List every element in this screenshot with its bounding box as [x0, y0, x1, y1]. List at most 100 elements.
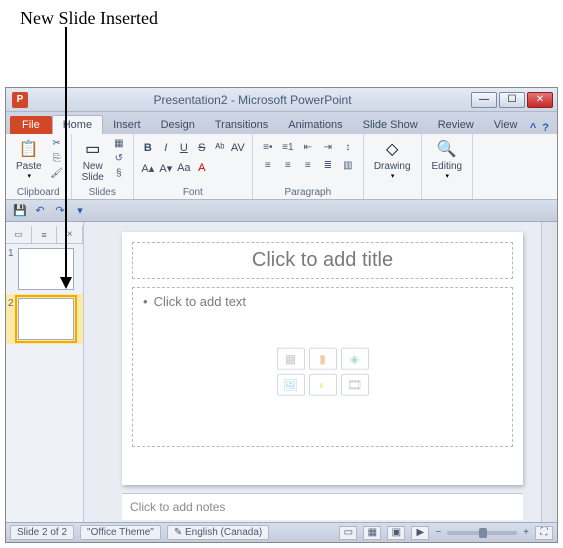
- group-label-font: Font: [140, 186, 246, 199]
- maximize-button[interactable]: ☐: [499, 92, 525, 108]
- layout-button[interactable]: ▦: [111, 136, 127, 150]
- group-font: B I U S ᴬᵇ AV A▴ A▾ Aa A Font: [134, 134, 253, 199]
- spacing-button[interactable]: AV: [230, 140, 246, 156]
- group-label-editing: [428, 197, 467, 199]
- justify-button[interactable]: ≣: [319, 158, 337, 172]
- group-slides: ▭ New Slide ▦ ↺ § Slides: [72, 134, 134, 199]
- numbering-button[interactable]: ≡1: [279, 140, 297, 154]
- insert-table-icon[interactable]: ▦: [277, 348, 305, 370]
- ribbon: 📋 Paste ▾ ✂ ⎘ 🖌 Clipboard ▭ New Slide: [6, 134, 557, 200]
- clear-format-button[interactable]: Aa: [176, 160, 192, 176]
- minimize-button[interactable]: —: [471, 92, 497, 108]
- bullet-icon: •: [143, 294, 148, 309]
- ribbon-minimize-icon[interactable]: ^: [530, 122, 536, 134]
- thumbnail: [18, 298, 74, 340]
- group-label-clipboard: Clipboard: [12, 186, 65, 199]
- bullets-button[interactable]: ≡•: [259, 140, 277, 154]
- panel-close[interactable]: ×: [57, 226, 83, 243]
- tab-view[interactable]: View: [484, 116, 528, 134]
- group-clipboard: 📋 Paste ▾ ✂ ⎘ 🖌 Clipboard: [6, 134, 72, 199]
- section-button[interactable]: §: [111, 166, 127, 180]
- format-painter-button[interactable]: 🖌: [49, 166, 65, 180]
- group-label-paragraph: Paragraph: [259, 186, 357, 199]
- font-color-button[interactable]: A: [194, 160, 210, 176]
- columns-button[interactable]: ▥: [339, 158, 357, 172]
- reading-view-button[interactable]: ▣: [387, 526, 405, 540]
- zoom-out-button[interactable]: −: [435, 527, 441, 538]
- powerpoint-window: P Presentation2 - Microsoft PowerPoint —…: [5, 87, 558, 543]
- line-spacing-button[interactable]: ↕: [339, 140, 357, 154]
- tab-review[interactable]: Review: [428, 116, 484, 134]
- tab-design[interactable]: Design: [151, 116, 205, 134]
- tab-transitions[interactable]: Transitions: [205, 116, 278, 134]
- indent-inc-button[interactable]: ⇥: [319, 140, 337, 154]
- strike-button[interactable]: S: [194, 140, 210, 156]
- status-slide-count: Slide 2 of 2: [10, 525, 74, 540]
- chevron-down-icon: ▾: [28, 172, 32, 180]
- insert-chart-icon[interactable]: ▮: [309, 348, 337, 370]
- slide-thumb-2[interactable]: 2: [6, 294, 83, 344]
- fit-window-button[interactable]: ⛶: [535, 526, 553, 540]
- app-icon: P: [12, 92, 28, 108]
- new-slide-icon: ▭: [82, 138, 104, 160]
- content-placeholder[interactable]: •Click to add text ▦ ▮ ◈ 🖼 ◐ 🎞: [132, 287, 513, 447]
- reset-button[interactable]: ↺: [111, 151, 127, 165]
- save-button[interactable]: 💾: [12, 203, 28, 219]
- paste-button[interactable]: 📋 Paste ▾: [12, 136, 46, 182]
- title-placeholder[interactable]: Click to add title: [132, 242, 513, 279]
- group-paragraph: ≡• ≡1 ⇤ ⇥ ↕ ≡ ≡ ≡ ≣ ▥ Paragraph: [253, 134, 364, 199]
- shapes-icon: ◇: [381, 138, 403, 160]
- tab-animations[interactable]: Animations: [278, 116, 352, 134]
- cut-button[interactable]: ✂: [49, 136, 65, 150]
- quick-access-toolbar: 💾 ↶ ↷ ▾: [6, 200, 557, 222]
- outline-tab[interactable]: ≡: [32, 226, 58, 243]
- undo-button[interactable]: ↶: [32, 203, 48, 219]
- qat-customize-button[interactable]: ▾: [72, 203, 88, 219]
- window-title: Presentation2 - Microsoft PowerPoint: [34, 93, 471, 107]
- annotation-label: New Slide Inserted: [0, 0, 563, 37]
- status-bar: Slide 2 of 2 "Office Theme" ✎ English (C…: [6, 522, 557, 542]
- insert-smartart-icon[interactable]: ◈: [341, 348, 369, 370]
- slides-tab[interactable]: ▭: [6, 226, 32, 243]
- italic-button[interactable]: I: [158, 140, 174, 156]
- new-slide-button[interactable]: ▭ New Slide: [78, 136, 108, 185]
- indent-dec-button[interactable]: ⇤: [299, 140, 317, 154]
- tab-insert[interactable]: Insert: [103, 116, 151, 134]
- insert-clipart-icon[interactable]: ◐: [309, 374, 337, 396]
- shadow-button[interactable]: ᴬᵇ: [212, 140, 228, 156]
- status-theme: "Office Theme": [80, 525, 161, 540]
- slideshow-view-button[interactable]: ▶: [411, 526, 429, 540]
- status-language[interactable]: ✎ English (Canada): [167, 525, 269, 540]
- group-label-drawing: [370, 197, 415, 199]
- copy-button[interactable]: ⎘: [49, 151, 65, 165]
- shrink-font-button[interactable]: A▾: [158, 160, 174, 176]
- workspace: ▭ ≡ × 1 2 Click to add title •Click to a…: [6, 222, 557, 522]
- slide-editor: Click to add title •Click to add text ▦ …: [84, 222, 541, 522]
- vertical-scrollbar[interactable]: [541, 222, 557, 522]
- insert-media-icon[interactable]: 🎞: [341, 374, 369, 396]
- underline-button[interactable]: U: [176, 140, 192, 156]
- grow-font-button[interactable]: A▴: [140, 160, 156, 176]
- align-center-button[interactable]: ≡: [279, 158, 297, 172]
- tab-slideshow[interactable]: Slide Show: [353, 116, 428, 134]
- zoom-in-button[interactable]: +: [523, 527, 529, 538]
- drawing-button[interactable]: ◇ Drawing ▾: [370, 136, 415, 182]
- chevron-down-icon: ▾: [446, 172, 450, 180]
- close-button[interactable]: ✕: [527, 92, 553, 108]
- tab-file[interactable]: File: [10, 116, 52, 134]
- sorter-view-button[interactable]: ▦: [363, 526, 381, 540]
- help-icon[interactable]: ?: [542, 122, 549, 134]
- zoom-slider[interactable]: [447, 531, 517, 535]
- slide-canvas[interactable]: Click to add title •Click to add text ▦ …: [122, 232, 523, 485]
- normal-view-button[interactable]: ▭: [339, 526, 357, 540]
- group-editing: 🔍 Editing ▾: [422, 134, 474, 199]
- editing-button[interactable]: 🔍 Editing ▾: [428, 136, 467, 182]
- paste-icon: 📋: [18, 138, 40, 160]
- insert-picture-icon[interactable]: 🖼: [277, 374, 305, 396]
- tab-home[interactable]: Home: [52, 115, 103, 134]
- notes-pane[interactable]: Click to add notes: [122, 493, 523, 520]
- align-right-button[interactable]: ≡: [299, 158, 317, 172]
- align-left-button[interactable]: ≡: [259, 158, 277, 172]
- title-bar: P Presentation2 - Microsoft PowerPoint —…: [6, 88, 557, 112]
- bold-button[interactable]: B: [140, 140, 156, 156]
